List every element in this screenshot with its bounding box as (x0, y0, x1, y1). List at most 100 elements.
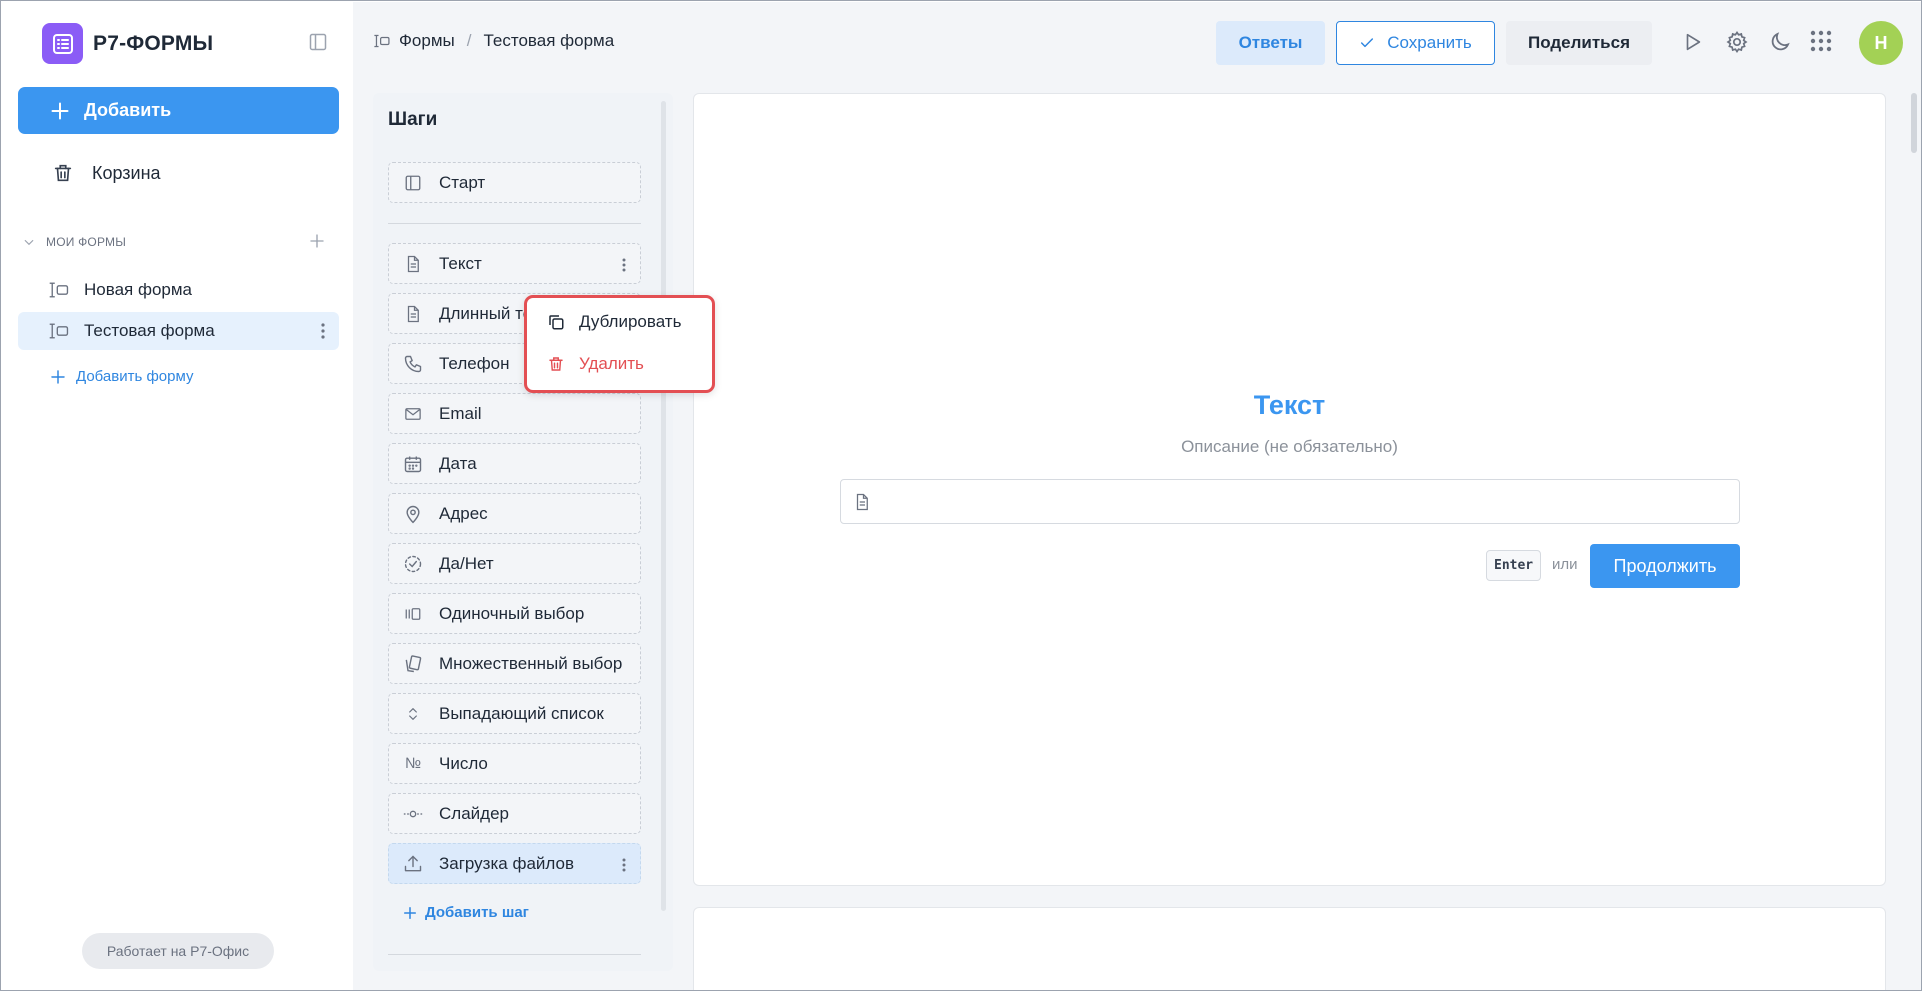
trash-icon (547, 355, 565, 373)
breadcrumb-current: Тестовая форма (483, 31, 615, 50)
step-item[interactable]: Дата (388, 443, 641, 484)
avatar[interactable]: Н (1859, 21, 1903, 65)
forms-logo-icon (42, 23, 83, 64)
form-label: Новая форма (84, 280, 192, 299)
steps-scrollbar[interactable] (661, 101, 666, 911)
step-label: Число (439, 753, 488, 773)
step-label: Текст (439, 253, 482, 273)
add-button[interactable]: Добавить (18, 87, 339, 134)
slider-icon (403, 807, 423, 821)
step-label: Дата (439, 453, 477, 473)
copy-icon (547, 313, 565, 331)
single-choice-icon (403, 605, 423, 623)
trash-link[interactable]: Корзина (52, 162, 161, 184)
dashed-check-icon (403, 554, 423, 574)
document-icon (403, 254, 423, 274)
plus-icon (403, 906, 417, 920)
or-text: или (1552, 556, 1578, 573)
delete-label: Удалить (579, 354, 644, 373)
preview-text-input[interactable] (840, 479, 1740, 524)
step-item[interactable]: Адрес (388, 493, 641, 534)
check-icon (1359, 35, 1375, 51)
layout-icon (403, 174, 423, 192)
duplicate-menu-item[interactable]: Дублировать (547, 312, 681, 332)
continue-button[interactable]: Продолжить (1590, 544, 1740, 588)
sidebar: Р7-ФОРМЫ Добавить Корзина МОИ ФОРМЫ Нова… (2, 2, 353, 990)
plus-icon (50, 369, 66, 385)
step-label: Старт (439, 172, 486, 192)
form-more-icon[interactable] (321, 323, 325, 339)
chevron-updown-icon (403, 704, 423, 724)
step-label: Телефон (439, 353, 510, 373)
step-item[interactable]: Да/Нет (388, 543, 641, 584)
sidebar-form-item[interactable]: Новая форма (18, 271, 339, 309)
step-label: Email (439, 403, 482, 423)
step-item[interactable]: Email (388, 393, 641, 434)
my-forms-section[interactable]: МОИ ФОРМЫ (22, 232, 332, 250)
add-step-label: Добавить шаг (425, 904, 529, 921)
page-scrollbar[interactable] (1911, 93, 1917, 153)
answers-button[interactable]: Ответы (1216, 21, 1325, 65)
add-button-label: Добавить (84, 100, 172, 120)
app-name: Р7-ФОРМЫ (93, 31, 214, 55)
step-item-selected[interactable]: Загрузка файлов (388, 843, 641, 884)
delete-menu-item[interactable]: Удалить (547, 354, 644, 374)
step-label: Да/Нет (439, 553, 494, 573)
step-item[interactable]: Одиночный выбор (388, 593, 641, 634)
step-item[interactable]: Текст (388, 243, 641, 284)
trash-label: Корзина (92, 162, 161, 183)
step-more-icon[interactable] (622, 258, 626, 272)
breadcrumb-separator: / (466, 31, 472, 50)
add-form-plus-icon[interactable] (308, 232, 326, 250)
form-icon (48, 280, 70, 300)
powered-by-badge[interactable]: Работает на Р7-Офис (82, 933, 274, 969)
brand[interactable]: Р7-ФОРМЫ (42, 23, 213, 64)
breadcrumb-forms[interactable]: Формы (399, 31, 455, 51)
plus-icon (50, 101, 70, 121)
document-icon (403, 304, 423, 324)
enter-key-hint: Enter (1486, 550, 1542, 581)
gear-icon[interactable] (1725, 30, 1749, 54)
steps-bottom-divider (388, 954, 641, 955)
section-label: МОИ ФОРМЫ (46, 235, 127, 249)
step-label: Одиночный выбор (439, 603, 585, 623)
multi-choice-icon (403, 654, 423, 674)
share-button[interactable]: Поделиться (1506, 21, 1652, 65)
save-button-label: Сохранить (1387, 33, 1472, 52)
preview-card-next (693, 907, 1886, 990)
duplicate-label: Дублировать (579, 312, 682, 331)
calendar-icon (403, 454, 423, 474)
apps-grid-icon[interactable] (1810, 30, 1832, 52)
document-icon (853, 492, 871, 512)
play-icon[interactable] (1682, 30, 1704, 54)
preview-title[interactable]: Текст (693, 390, 1886, 421)
step-item[interactable]: Множественный выбор (388, 643, 641, 684)
steps-title: Шаги (388, 109, 438, 130)
chevron-down-icon[interactable] (22, 235, 36, 249)
step-item[interactable]: Слайдер (388, 793, 641, 834)
step-item[interactable]: Выпадающий список (388, 693, 641, 734)
step-context-menu: Дублировать Удалить (524, 295, 715, 393)
save-button[interactable]: Сохранить (1336, 21, 1495, 65)
step-label: Множественный выбор (439, 653, 623, 673)
phone-icon (403, 354, 423, 374)
add-form-link[interactable]: Добавить форму (50, 368, 193, 385)
step-start[interactable]: Старт (388, 162, 641, 203)
breadcrumb: Формы / Тестовая форма (373, 31, 614, 51)
mail-icon (403, 405, 423, 423)
moon-icon[interactable] (1768, 30, 1792, 54)
form-label: Тестовая форма (84, 321, 215, 340)
map-pin-icon (403, 504, 423, 524)
upload-icon (403, 854, 423, 874)
sidebar-form-item-active[interactable]: Тестовая форма (18, 312, 339, 350)
step-label: Выпадающий список (439, 703, 604, 723)
step-label: Адрес (439, 503, 488, 523)
preview-description[interactable]: Описание (не обязательно) (693, 437, 1886, 457)
step-item[interactable]: № Число (388, 743, 641, 784)
steps-divider (388, 223, 641, 224)
step-more-icon[interactable] (622, 858, 626, 872)
add-step-link[interactable]: Добавить шаг (403, 904, 529, 921)
step-label: Слайдер (439, 803, 509, 823)
form-icon (373, 33, 391, 49)
sidebar-collapse-icon[interactable] (308, 32, 328, 52)
